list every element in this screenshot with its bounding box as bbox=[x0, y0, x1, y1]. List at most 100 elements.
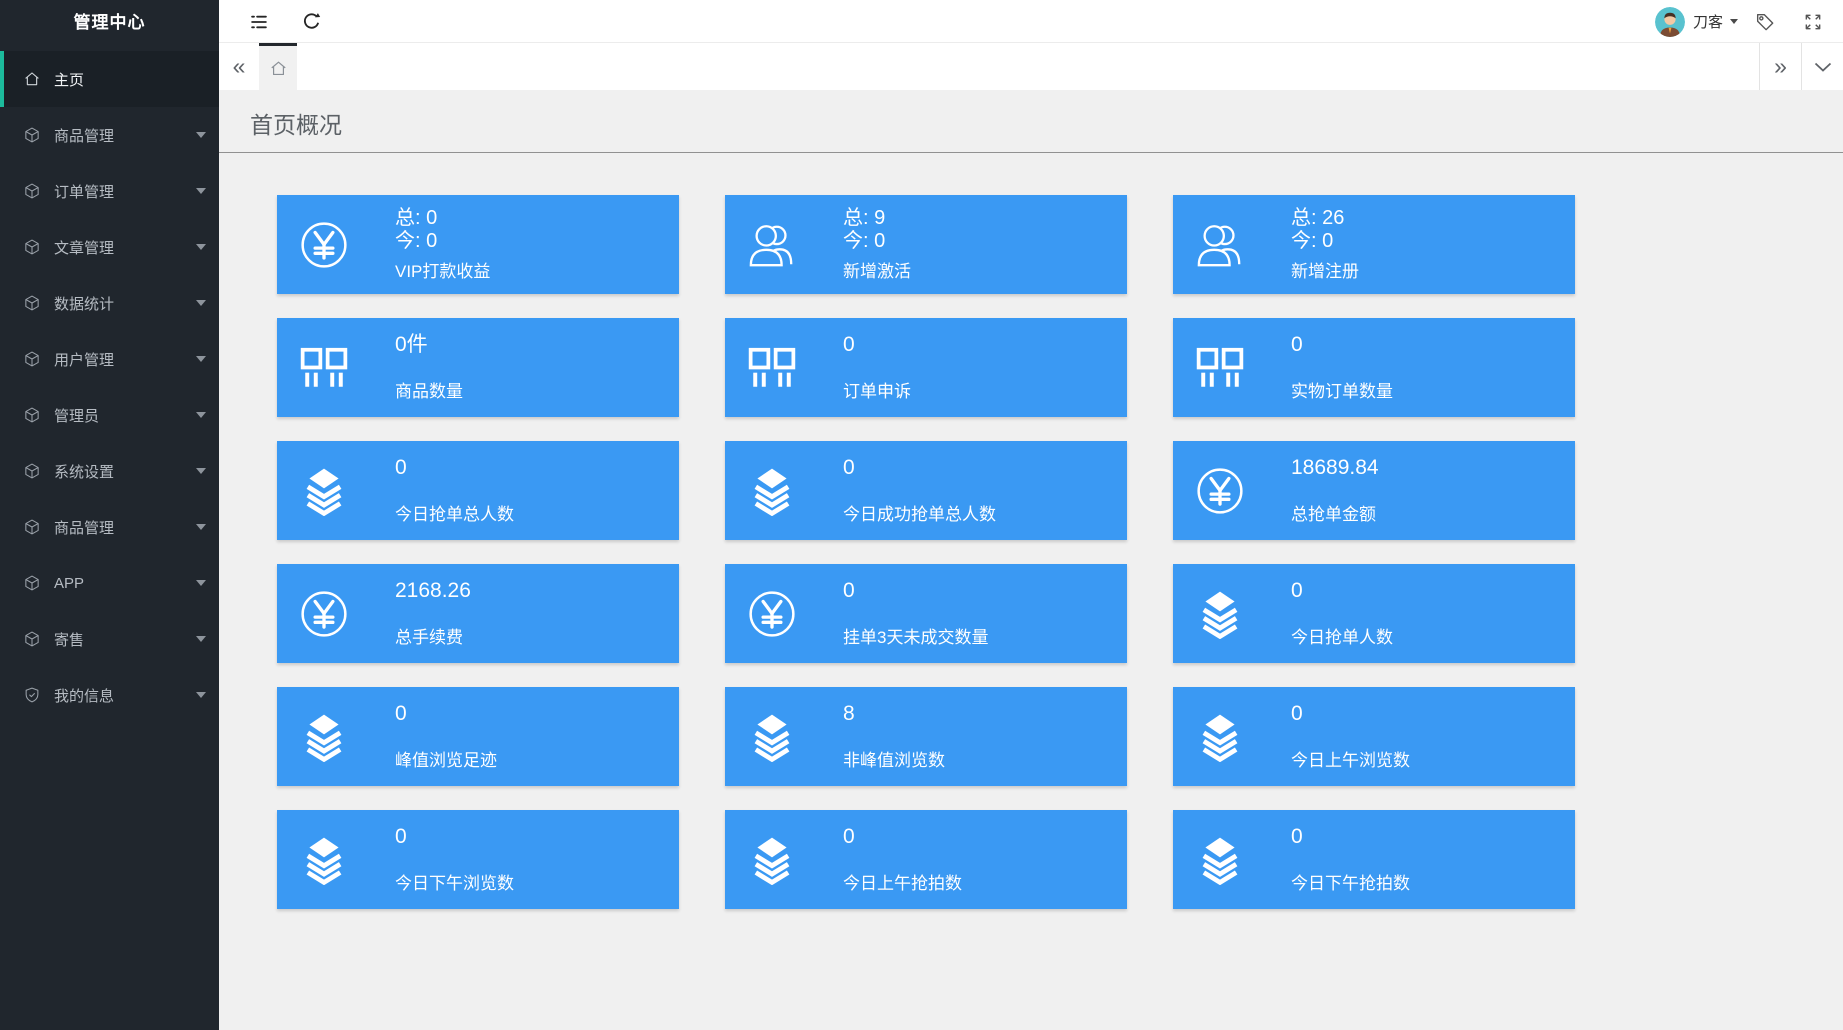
tag-button[interactable] bbox=[1747, 0, 1783, 43]
stat-card-today-grab-total-users: 0 今日抢单总人数 bbox=[277, 441, 679, 540]
stat-value: 0 bbox=[1291, 334, 1393, 356]
fullscreen-button[interactable] bbox=[1795, 0, 1831, 43]
stat-value: 8 bbox=[843, 703, 945, 725]
chevron-down-icon bbox=[196, 636, 206, 642]
sidebar-item-label: 商品管理 bbox=[54, 517, 114, 538]
sidebar-item-article-management[interactable]: 文章管理 bbox=[0, 219, 219, 275]
chevron-down-icon bbox=[196, 580, 206, 586]
stat-label: 今日成功抢单总人数 bbox=[843, 500, 996, 525]
cube-icon bbox=[23, 406, 41, 424]
stat-value: 0 bbox=[1291, 826, 1410, 848]
chevron-down-icon bbox=[196, 188, 206, 194]
sidebar-item-label: 寄售 bbox=[54, 629, 84, 650]
stat-card-vip-income: 总: 0 今: 0 VIP打款收益 bbox=[277, 195, 679, 294]
goods-icon bbox=[747, 343, 797, 393]
stat-value: 0 bbox=[395, 457, 514, 479]
user-name: 刀客 bbox=[1693, 11, 1723, 32]
stat-label: 今日上午浏览数 bbox=[1291, 746, 1410, 771]
stat-card-morning-views: 0 今日上午浏览数 bbox=[1173, 687, 1575, 786]
stat-label: 订单申诉 bbox=[843, 377, 911, 402]
stat-value: 0 bbox=[843, 334, 911, 356]
layers-icon bbox=[747, 712, 797, 762]
chevron-down-icon bbox=[196, 300, 206, 306]
shield-check-icon bbox=[23, 686, 41, 704]
user-avatar-image bbox=[1655, 7, 1685, 37]
stat-value: 0 bbox=[843, 826, 962, 848]
chevron-down-icon bbox=[1730, 19, 1738, 24]
tabs-scroll-left-button[interactable]: « bbox=[219, 43, 259, 90]
stat-card-today-grab-users: 0 今日抢单人数 bbox=[1173, 564, 1575, 663]
layers-icon bbox=[299, 466, 349, 516]
goods-icon bbox=[299, 343, 349, 393]
menu-fold-button[interactable] bbox=[239, 0, 279, 43]
sidebar-item-system-settings[interactable]: 系统设置 bbox=[0, 443, 219, 499]
stat-label: 新增激活 bbox=[843, 257, 911, 282]
chevron-down-icon bbox=[196, 244, 206, 250]
stat-label: 今日抢单人数 bbox=[1291, 623, 1393, 648]
layers-icon bbox=[1195, 589, 1245, 639]
menu-fold-icon bbox=[248, 11, 270, 33]
stat-card-order-appeals: 0 订单申诉 bbox=[725, 318, 1127, 417]
stat-card-today-success-grab-users: 0 今日成功抢单总人数 bbox=[725, 441, 1127, 540]
stat-label: 挂单3天未成交数量 bbox=[843, 623, 988, 648]
sidebar-item-my-info[interactable]: 我的信息 bbox=[0, 667, 219, 723]
user-menu[interactable]: 刀客 bbox=[1655, 0, 1738, 43]
sidebar-item-label: 订单管理 bbox=[54, 181, 114, 202]
cube-icon bbox=[23, 238, 41, 256]
tabs-dropdown-button[interactable] bbox=[1801, 43, 1843, 90]
stat-card-afternoon-views: 0 今日下午浏览数 bbox=[277, 810, 679, 909]
tabs-scroll-right-button[interactable]: » bbox=[1759, 43, 1801, 90]
stat-label: 新增注册 bbox=[1291, 257, 1359, 282]
cube-icon bbox=[23, 294, 41, 312]
sidebar-item-goods-management-2[interactable]: 商品管理 bbox=[0, 499, 219, 555]
stat-value: 0 bbox=[395, 826, 514, 848]
layers-icon bbox=[747, 835, 797, 885]
stat-card-afternoon-grabs: 0 今日下午抢拍数 bbox=[1173, 810, 1575, 909]
tab-home[interactable] bbox=[259, 43, 297, 90]
home-icon bbox=[23, 70, 41, 88]
sidebar-item-goods-management[interactable]: 商品管理 bbox=[0, 107, 219, 163]
stat-label: 总抢单金额 bbox=[1291, 500, 1379, 525]
stat-total: 总: 9 bbox=[843, 207, 911, 230]
sidebar-item-label: 主页 bbox=[54, 69, 84, 90]
cube-icon bbox=[23, 574, 41, 592]
stat-card-total-grab-amount: 18689.84 总抢单金额 bbox=[1173, 441, 1575, 540]
stat-value: 0 bbox=[843, 457, 996, 479]
main-content: 首页概况 总: 0 今: 0 VIP打款收益 总: 9 今: 0 新增激活 总:… bbox=[219, 90, 1843, 1030]
stat-label: 商品数量 bbox=[395, 377, 463, 402]
stat-value: 18689.84 bbox=[1291, 457, 1379, 479]
stat-label: 今日下午浏览数 bbox=[395, 869, 514, 894]
cube-icon bbox=[23, 350, 41, 368]
cube-icon bbox=[23, 126, 41, 144]
layers-icon bbox=[299, 712, 349, 762]
stat-label: 峰值浏览足迹 bbox=[395, 746, 497, 771]
stat-card-physical-orders: 0 实物订单数量 bbox=[1173, 318, 1575, 417]
stat-total: 总: 26 bbox=[1291, 207, 1359, 230]
stat-value: 0 bbox=[1291, 580, 1393, 602]
layers-icon bbox=[1195, 835, 1245, 885]
sidebar-item-order-management[interactable]: 订单管理 bbox=[0, 163, 219, 219]
stat-card-total-fees: 2168.26 总手续费 bbox=[277, 564, 679, 663]
chevron-down-icon bbox=[1814, 62, 1832, 72]
sidebar-item-label: 我的信息 bbox=[54, 685, 114, 706]
yen-circle-icon bbox=[299, 220, 349, 270]
refresh-button[interactable] bbox=[291, 0, 331, 43]
sidebar-item-data-statistics[interactable]: 数据统计 bbox=[0, 275, 219, 331]
stat-value: 2168.26 bbox=[395, 580, 471, 602]
stat-label: 今日上午抢拍数 bbox=[843, 869, 962, 894]
stat-card-goods-count: 0件 商品数量 bbox=[277, 318, 679, 417]
stat-today: 今: 0 bbox=[843, 230, 911, 253]
users-icon bbox=[747, 220, 797, 270]
sidebar-item-admin[interactable]: 管理员 bbox=[0, 387, 219, 443]
sidebar-item-app[interactable]: APP bbox=[0, 555, 219, 611]
sidebar-item-label: 系统设置 bbox=[54, 461, 114, 482]
sidebar-item-home[interactable]: 主页 bbox=[0, 51, 219, 107]
stat-total: 总: 0 bbox=[395, 207, 490, 230]
cube-icon bbox=[23, 630, 41, 648]
stats-grid: 总: 0 今: 0 VIP打款收益 总: 9 今: 0 新增激活 总: 26 今… bbox=[219, 153, 1843, 909]
stat-label: 总手续费 bbox=[395, 623, 471, 648]
sidebar-item-consignment[interactable]: 寄售 bbox=[0, 611, 219, 667]
chevron-down-icon bbox=[196, 412, 206, 418]
stat-label: 非峰值浏览数 bbox=[843, 746, 945, 771]
sidebar-item-user-management[interactable]: 用户管理 bbox=[0, 331, 219, 387]
